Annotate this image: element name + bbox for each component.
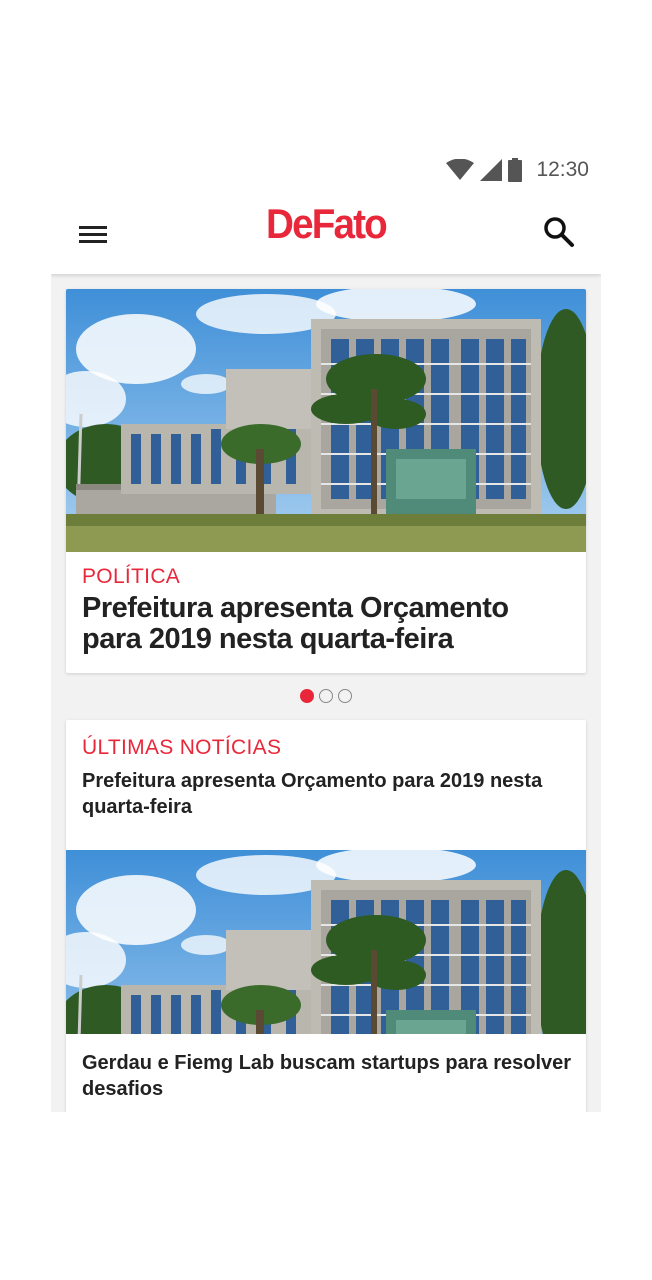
search-icon (544, 217, 574, 247)
status-time: 12:30 (536, 158, 589, 181)
search-button[interactable] (541, 214, 577, 250)
latest-news-card: ÚLTIMAS NOTÍCIAS Prefeitura apresenta Or… (66, 720, 586, 1112)
hero-article-card[interactable]: POLÍTICA Prefeitura apresenta Orçamento … (66, 289, 586, 673)
news-item-title[interactable]: Gerdau e Fiemg Lab buscam startups para … (82, 1050, 572, 1102)
carousel-dot-1[interactable] (300, 689, 314, 703)
status-icons: 12:30 (446, 158, 589, 182)
carousel-dot-2[interactable] (319, 689, 333, 703)
hero-title: Prefeitura apresenta Orçamento para 2019… (82, 592, 509, 655)
main-content: POLÍTICA Prefeitura apresenta Orçamento … (51, 274, 601, 1112)
app-bar: DeFato (51, 192, 601, 274)
status-bar: 12:30 (51, 148, 601, 192)
cellular-signal-icon (480, 159, 503, 181)
carousel-indicator (51, 689, 601, 703)
battery-icon (508, 158, 523, 182)
news-item-image[interactable] (66, 835, 586, 1034)
carousel-dot-3[interactable] (338, 689, 352, 703)
hero-category: POLÍTICA (82, 565, 181, 588)
wifi-icon (446, 159, 475, 180)
section-title: ÚLTIMAS NOTÍCIAS (82, 736, 282, 759)
news-item-title[interactable]: Prefeitura apresenta Orçamento para 2019… (82, 768, 572, 820)
hero-article-image (66, 289, 586, 552)
phone-screen: 12:30 DeFato POLÍTICA Prefeitura apresen… (51, 148, 601, 1112)
app-logo[interactable]: DeFato (73, 200, 579, 248)
